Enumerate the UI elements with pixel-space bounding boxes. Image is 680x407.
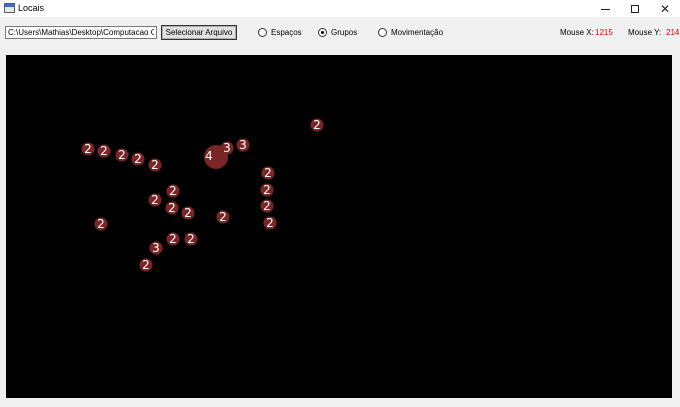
group-marker-label: 2 [187,232,195,246]
group-marker: 2 [94,217,108,231]
group-marker-label: 3 [223,141,231,155]
group-marker: 2 [310,118,324,132]
mouse-y-value: 214 [666,28,680,37]
group-marker: 3 [149,241,163,255]
close-button[interactable]: ✕ [650,0,680,17]
group-marker-label: 2 [142,258,150,272]
mouse-x-value: 1215 [595,28,613,37]
group-marker-label: 2 [118,148,126,162]
group-marker-label: 2 [169,184,177,198]
radio-espacos[interactable]: Espaços [258,27,302,38]
radio-circle[interactable] [318,28,327,37]
close-icon: ✕ [659,1,671,16]
group-marker: 2 [216,210,230,224]
group-marker: 2 [263,216,277,230]
minimize-icon [600,8,610,10]
minimize-button[interactable] [590,0,620,17]
group-marker-label: 2 [134,152,142,166]
title-bar: Locais ✕ [0,0,680,17]
group-marker: 2 [148,158,162,172]
radio-movimentacao-label: Movimentação [391,28,444,37]
mouse-x-label: Mouse X: [560,28,594,37]
group-markers: 2 2 2 2 243 32222 2 2222222 232 [81,118,324,272]
group-marker-label: 2 [184,206,192,220]
group-marker-label: 2 [313,118,321,132]
group-marker-label: 2 [266,216,274,230]
window-title: Locais [18,3,45,13]
group-marker-label: 3 [239,138,247,152]
group-marker-label: 2 [97,217,105,231]
group-marker-label: 2 [84,142,92,156]
drawing-canvas[interactable]: 22222433222222222222232 [6,55,672,398]
group-marker: 2 [184,232,198,246]
radio-movimentacao[interactable]: Movimentação [378,27,443,38]
group-marker-label: 2 [168,201,176,215]
mouse-y-label: Mouse Y: [628,28,662,37]
group-marker: 2 [260,183,274,197]
group-marker: 2 [81,142,95,156]
group-marker: 2 [131,152,145,166]
app-window-icon [4,3,15,13]
file-path-input[interactable] [5,26,157,39]
group-marker: 2 [148,193,162,207]
group-marker-label: 2 [264,166,272,180]
group-marker: 2 [139,258,153,272]
radio-circle[interactable] [258,28,267,37]
group-marker: 2 [166,232,180,246]
radio-circle[interactable] [378,28,387,37]
group-marker-label: 2 [169,232,177,246]
maximize-button[interactable] [620,0,650,17]
group-marker: 2 [97,144,111,158]
group-marker: 2 [181,206,195,220]
group-marker-label: 2 [263,199,271,213]
group-marker: 3 [236,138,250,152]
group-marker-label: 2 [263,183,271,197]
radio-grupos[interactable]: Grupos [318,27,357,38]
maximize-icon [631,4,639,13]
group-marker-label: 4 [205,149,213,163]
select-file-button[interactable]: Selecionar Arquivo [161,25,237,40]
group-marker-label: 2 [151,158,159,172]
group-marker-label: 2 [219,210,227,224]
radio-grupos-label: Grupos [331,28,358,37]
group-marker: 2 [260,199,274,213]
group-marker: 2 [165,201,179,215]
group-marker-label: 2 [100,144,108,158]
group-marker-label: 2 [151,193,159,207]
group-marker: 3 [220,141,234,155]
radio-espacos-label: Espaços [271,28,302,37]
group-marker: 2 [115,148,129,162]
group-marker: 2 [166,184,180,198]
group-marker: 2 [261,166,275,180]
group-marker-label: 3 [152,241,160,255]
